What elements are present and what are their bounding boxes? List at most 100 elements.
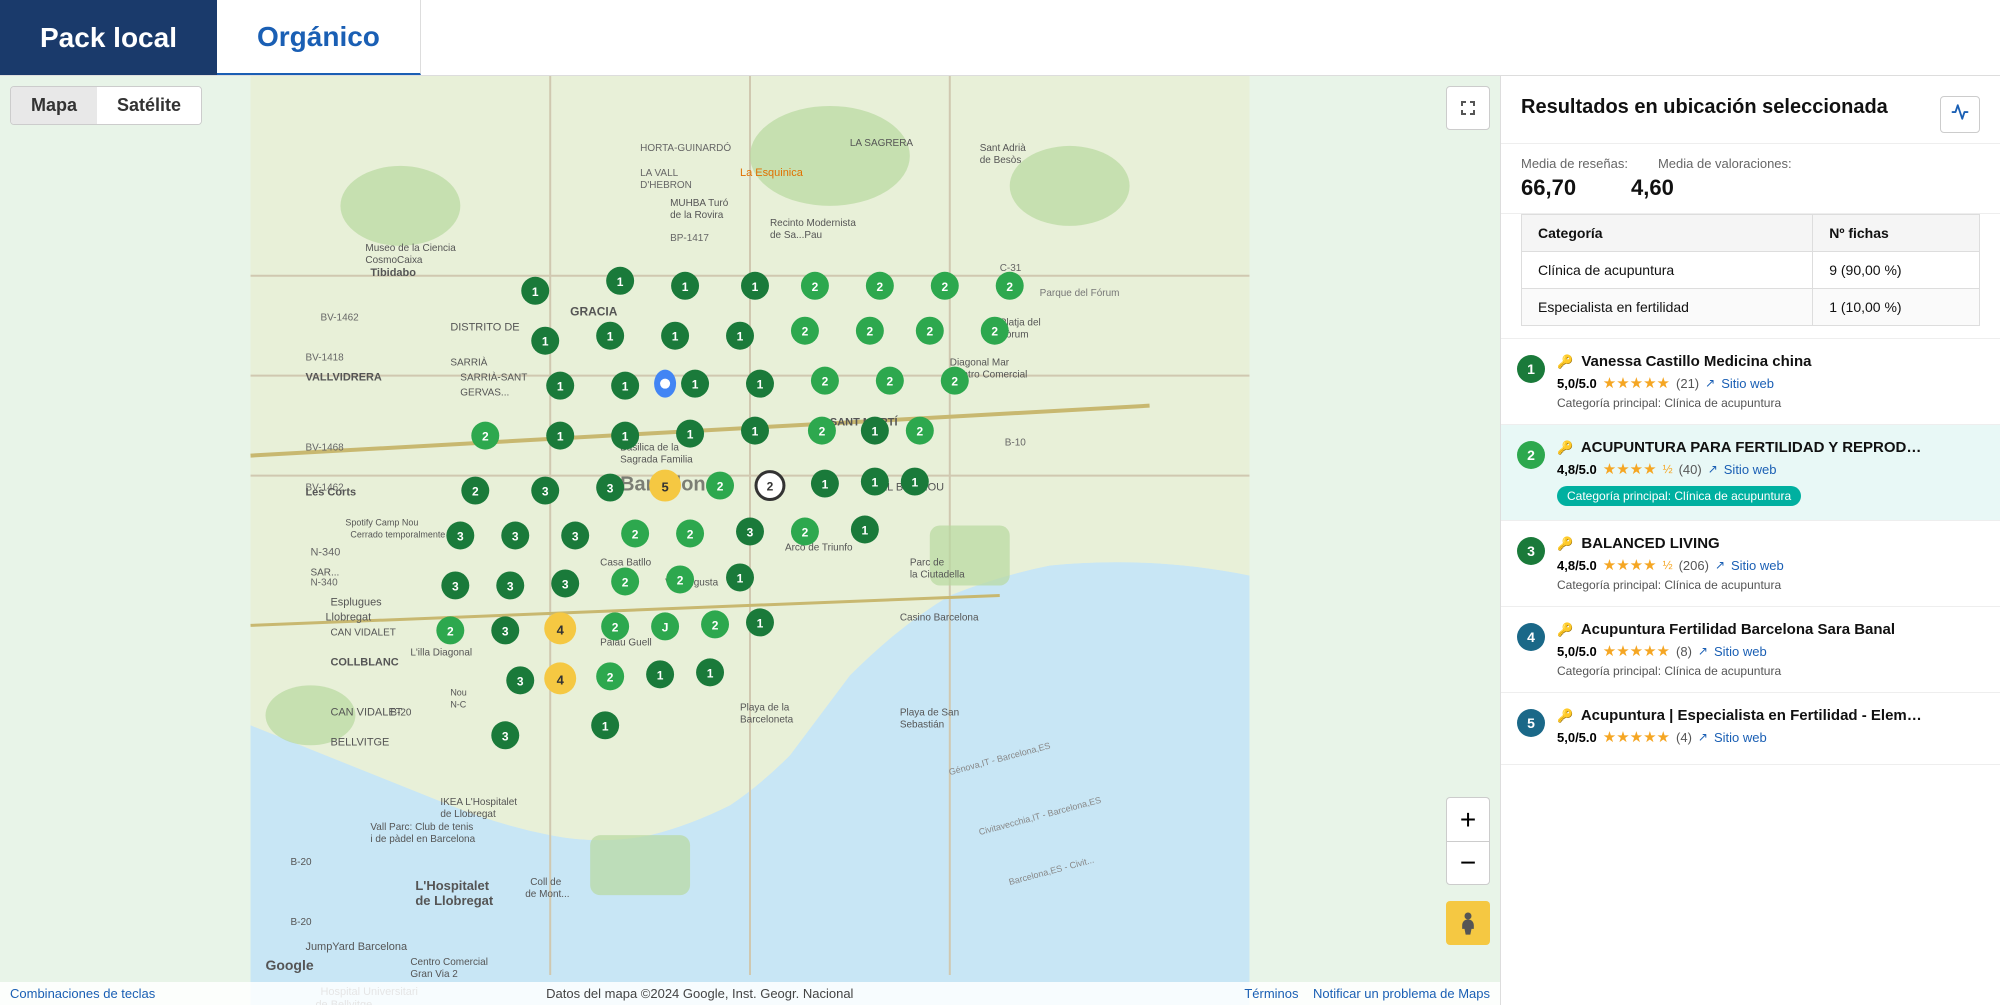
svg-text:GRACIA: GRACIA [570, 305, 618, 319]
results-chart-btn[interactable] [1940, 96, 1980, 133]
svg-text:N-340: N-340 [310, 577, 338, 588]
site-link-5[interactable]: Sitio web [1714, 730, 1767, 745]
svg-text:3: 3 [562, 577, 569, 591]
result-content-4: 🔑 Acupuntura Fertilidad Barcelona Sara B… [1557, 621, 1984, 678]
result-name-1: 🔑 Vanessa Castillo Medicina china [1557, 353, 1927, 370]
site-link-3[interactable]: Sitio web [1731, 558, 1784, 573]
result-name-5: 🔑 Acupuntura | Especialista en Fertilida… [1557, 707, 1927, 724]
site-link-2[interactable]: Sitio web [1724, 462, 1777, 477]
svg-text:Tibidabo: Tibidabo [370, 267, 416, 279]
svg-text:1: 1 [692, 378, 699, 392]
svg-text:BV-1468: BV-1468 [305, 443, 344, 454]
svg-text:MUHBA Turó: MUHBA Turó [670, 198, 729, 209]
external-link-icon-2: ↗ [1708, 462, 1718, 476]
svg-text:1: 1 [622, 430, 629, 444]
results-header: Resultados en ubicación seleccionada [1501, 76, 2000, 144]
svg-text:LA VALL: LA VALL [640, 168, 679, 179]
svg-text:J: J [662, 620, 669, 634]
result-rating-1: 5,0/5.0 ★★★★★ (21) ↗ Sitio web [1557, 374, 1984, 392]
svg-text:Spotify Camp Nou: Spotify Camp Nou [345, 518, 418, 528]
result-name-4: 🔑 Acupuntura Fertilidad Barcelona Sara B… [1557, 621, 1927, 638]
svg-text:2: 2 [819, 425, 826, 439]
svg-text:1: 1 [682, 280, 689, 294]
ratings-label: Media de valoraciones: [1658, 156, 1792, 171]
svg-text:1: 1 [862, 524, 869, 538]
col-header-count: Nº fichas [1813, 215, 1980, 252]
highlight-badge: Categoría principal: Clínica de acupuntu… [1557, 486, 1801, 506]
result-number-1: 1 [1517, 355, 1545, 383]
svg-text:Parc de: Parc de [910, 557, 945, 568]
svg-text:1: 1 [687, 428, 694, 442]
result-item-2: 2 🔑 ACUPUNTURA PARA FERTILIDAD Y REPRODU… [1501, 425, 2000, 521]
svg-text:1: 1 [707, 666, 714, 680]
svg-text:B-10: B-10 [1005, 438, 1027, 449]
result-content-2: 🔑 ACUPUNTURA PARA FERTILIDAD Y REPRODUCC… [1557, 439, 1984, 506]
svg-text:Parque del Fórum: Parque del Fórum [1040, 288, 1120, 299]
zoom-out-btn[interactable]: − [1446, 841, 1490, 885]
svg-text:3: 3 [457, 530, 464, 544]
svg-text:3: 3 [512, 530, 519, 544]
satellite-view-btn[interactable]: Satélite [97, 87, 201, 124]
svg-text:Vall Parc: Club de tenis: Vall Parc: Club de tenis [370, 822, 473, 833]
svg-text:SARRIÀ: SARRIÀ [450, 358, 487, 369]
key-icon-3: 🔑 [1557, 536, 1573, 551]
svg-text:3: 3 [517, 674, 524, 688]
report-link[interactable]: Notificar un problema de Maps [1313, 986, 1490, 1001]
svg-text:VALLVIDRERA: VALLVIDRERA [305, 372, 381, 384]
svg-text:3: 3 [502, 729, 509, 743]
svg-text:Google: Google [266, 957, 314, 973]
terms-link[interactable]: Términos [1244, 986, 1298, 1001]
result-category-1: Categoría principal: Clínica de acupuntu… [1557, 396, 1984, 410]
svg-text:CAN VIDALET: CAN VIDALET [330, 627, 395, 638]
map-canvas[interactable]: BP-1417 BV-1462 BV-1418 BV-1468 BV-1462 … [0, 76, 1500, 1005]
table-row: Clínica de acupuntura 9 (90,00 %) [1522, 252, 1980, 289]
svg-text:B-20: B-20 [390, 707, 412, 718]
svg-text:1: 1 [757, 616, 764, 630]
results-title: Resultados en ubicación seleccionada [1521, 96, 1888, 119]
category-section: Categoría Nº fichas Clínica de acupuntur… [1501, 214, 2000, 339]
svg-text:2: 2 [677, 573, 684, 587]
fullscreen-icon [1458, 98, 1478, 118]
svg-text:SAR...: SAR... [310, 567, 339, 578]
svg-text:Llobregat: Llobregat [325, 611, 371, 623]
svg-text:2: 2 [687, 528, 694, 542]
svg-text:4: 4 [557, 672, 565, 687]
svg-text:1: 1 [872, 476, 879, 490]
zoom-in-btn[interactable]: + [1446, 797, 1490, 841]
svg-text:1: 1 [557, 430, 564, 444]
result-rating-3: 4,8/5.0 ★★★★½ (206) ↗ Sitio web [1557, 556, 1984, 574]
zoom-controls: + − [1446, 797, 1490, 885]
svg-text:N-C: N-C [450, 699, 466, 709]
svg-text:L'illa Diagonal: L'illa Diagonal [410, 647, 472, 658]
svg-text:1: 1 [557, 380, 564, 394]
category-count-1: 9 (90,00 %) [1813, 252, 1980, 289]
tab-pack-local[interactable]: Pack local [0, 0, 217, 75]
right-panel: Resultados en ubicación seleccionada Med… [1500, 76, 2000, 1005]
svg-text:1: 1 [602, 719, 609, 733]
key-icon-2: 🔑 [1557, 440, 1573, 455]
svg-text:DISTRITO DE: DISTRITO DE [450, 322, 519, 334]
svg-text:3: 3 [502, 624, 509, 638]
svg-text:2: 2 [887, 375, 894, 389]
fullscreen-btn[interactable] [1446, 86, 1490, 130]
svg-text:1: 1 [737, 571, 744, 585]
site-link-4[interactable]: Sitio web [1714, 644, 1767, 659]
street-view-person[interactable] [1446, 901, 1490, 945]
svg-text:1: 1 [672, 330, 679, 344]
svg-text:GERVAS...: GERVAS... [460, 388, 509, 399]
keyboard-shortcuts[interactable]: Combinaciones de teclas [10, 986, 155, 1001]
site-link-1[interactable]: Sitio web [1721, 376, 1774, 391]
key-icon-4: 🔑 [1557, 622, 1573, 637]
tab-organico[interactable]: Orgánico [217, 0, 421, 75]
svg-text:3: 3 [572, 530, 579, 544]
svg-text:2: 2 [877, 280, 884, 294]
map-view-btn[interactable]: Mapa [11, 87, 97, 124]
svg-text:HORTA-GUINARDÓ: HORTA-GUINARDÓ [640, 143, 731, 154]
svg-text:2: 2 [472, 485, 479, 499]
map-footer-links: Términos Notificar un problema de Maps [1244, 986, 1490, 1001]
map-footer: Combinaciones de teclas Datos del mapa ©… [0, 982, 1500, 1005]
result-rating-2: 4,8/5.0 ★★★★½ (40) ↗ Sitio web [1557, 460, 1984, 478]
svg-text:2: 2 [802, 325, 809, 339]
main-content: Mapa Satélite [0, 76, 2000, 1005]
svg-text:1: 1 [532, 285, 539, 299]
